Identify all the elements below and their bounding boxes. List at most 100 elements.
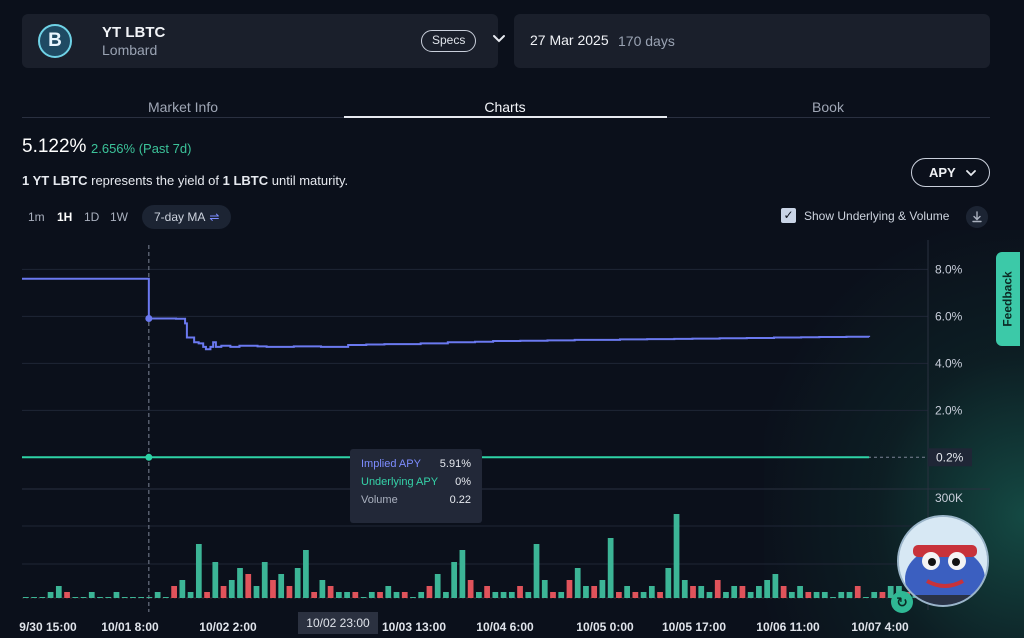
- volume-bar: [756, 586, 762, 598]
- range-1w[interactable]: 1W: [110, 210, 128, 224]
- x-tick-label: 9/30 15:00: [19, 620, 77, 634]
- volume-bar: [23, 597, 29, 598]
- tooltip-volume-label: Volume: [361, 494, 398, 506]
- y-tick-label: 2.0%: [935, 403, 963, 417]
- volume-bar: [665, 568, 672, 598]
- volume-bar: [517, 586, 523, 598]
- volume-bar: [681, 580, 688, 598]
- volume-bar: [492, 592, 499, 598]
- volume-bar: [113, 592, 120, 598]
- specs-button[interactable]: Specs: [421, 30, 477, 52]
- ma-label: 7-day MA: [154, 210, 206, 224]
- volume-bar: [805, 592, 812, 598]
- volume-bar: [163, 597, 169, 598]
- x-tick-label: 10/01 8:00: [101, 620, 159, 634]
- volume-bar: [714, 580, 721, 598]
- volume-bar: [533, 544, 540, 598]
- volume-bar: [278, 574, 285, 598]
- feedback-tab[interactable]: Feedback: [996, 252, 1020, 346]
- volume-bar: [64, 592, 70, 598]
- volume-bar: [401, 592, 408, 598]
- volume-bar: [294, 568, 301, 598]
- volume-bar: [550, 592, 556, 598]
- maturity-days: 170 days: [618, 33, 675, 49]
- volume-bar: [261, 562, 268, 598]
- active-tab-indicator: [344, 116, 667, 118]
- volume-bar: [443, 592, 449, 598]
- metric-select-value: APY: [929, 165, 956, 180]
- tab-market-info[interactable]: Market Info: [22, 99, 344, 115]
- x-tick-label: 10/06 11:00: [756, 620, 820, 634]
- volume-bar: [467, 580, 474, 598]
- volume-bar: [706, 592, 713, 598]
- desc-post: until maturity.: [268, 173, 349, 188]
- maturity-card: 27 Mar 2025 170 days: [514, 14, 990, 68]
- feedback-label: Feedback: [1001, 271, 1016, 327]
- volume-bar: [640, 592, 647, 598]
- volume-bar: [195, 544, 202, 598]
- tooltip-volume-value: 0.22: [449, 494, 471, 506]
- profile-avatar[interactable]: [897, 515, 989, 607]
- volume-bar: [179, 580, 186, 598]
- volume-bar: [360, 597, 367, 598]
- desc-underlying: 1 LBTC: [222, 173, 269, 188]
- volume-bar: [731, 586, 738, 598]
- apy-chart[interactable]: 8.0% 6.0% 4.0% 2.0% 300K 0.2% 9/30 15:00 10/01 …: [0, 240, 1024, 638]
- desc-mid: represents the yield of: [87, 173, 223, 188]
- volume-bar: [508, 592, 515, 598]
- volume-bar: [146, 597, 153, 598]
- volume-bar: [616, 592, 622, 598]
- tooltip-implied-label: Implied APY: [361, 458, 421, 470]
- asset-selector[interactable]: B YT LBTC Lombard Specs: [22, 14, 505, 68]
- volume-bar: [352, 592, 359, 598]
- volume-bar: [212, 562, 219, 598]
- volume-bar: [88, 592, 95, 598]
- download-icon[interactable]: [966, 206, 988, 228]
- implied-apy-marker: [145, 314, 153, 322]
- volume-bar: [583, 586, 589, 598]
- volume-bar: [105, 597, 112, 598]
- volume-bar: [871, 592, 878, 598]
- volume-bar: [138, 597, 145, 598]
- volume-bar: [673, 514, 680, 598]
- x-tick-label: 10/04 6:00: [476, 620, 534, 634]
- moving-average-toggle[interactable]: 7-day MA ⇌: [142, 205, 232, 229]
- refresh-icon[interactable]: ↻: [891, 591, 913, 613]
- volume-bar: [327, 586, 334, 598]
- volume-bar: [723, 592, 729, 598]
- volume-bar: [541, 580, 548, 598]
- volume-bar: [97, 597, 103, 598]
- volume-bar: [228, 580, 235, 598]
- tab-charts[interactable]: Charts: [344, 99, 666, 115]
- chevron-down-icon[interactable]: [492, 32, 506, 46]
- volume-bar: [500, 592, 507, 598]
- maturity-date: 27 Mar 2025: [530, 32, 609, 48]
- volume-bar: [525, 592, 532, 598]
- volume-bar: [410, 597, 416, 598]
- volume-bar: [780, 586, 787, 598]
- volume-bar: [739, 586, 746, 598]
- metric-select[interactable]: APY: [911, 158, 990, 187]
- volume-bar: [863, 597, 869, 598]
- range-1h[interactable]: 1H: [57, 210, 72, 224]
- volume-bar: [80, 597, 87, 598]
- tooltip-underlying-value: 0%: [455, 476, 471, 488]
- volume-bar: [31, 597, 37, 598]
- volume-bar: [377, 592, 383, 598]
- volume-bar: [632, 592, 639, 598]
- x-tick-label: 10/03 13:00: [382, 620, 446, 634]
- volume-bar: [813, 592, 820, 598]
- volume-bar: [624, 586, 630, 598]
- volume-bar: [393, 592, 400, 598]
- chart-canvas: 8.0% 6.0% 4.0% 2.0% 300K 0.2% 9/30 15:00 10/01 …: [19, 240, 990, 634]
- volume-bar: [558, 592, 565, 598]
- volume-bar: [648, 586, 655, 598]
- range-1m[interactable]: 1m: [28, 210, 45, 224]
- range-1d[interactable]: 1D: [84, 210, 99, 224]
- volume-bar: [476, 592, 482, 598]
- cursor-time-label: 10/02 23:00: [298, 612, 378, 634]
- volume-bar: [607, 538, 614, 598]
- tab-book[interactable]: Book: [667, 99, 989, 115]
- volume-bar: [459, 550, 466, 598]
- checkbox-checked-icon[interactable]: ✓: [781, 208, 796, 223]
